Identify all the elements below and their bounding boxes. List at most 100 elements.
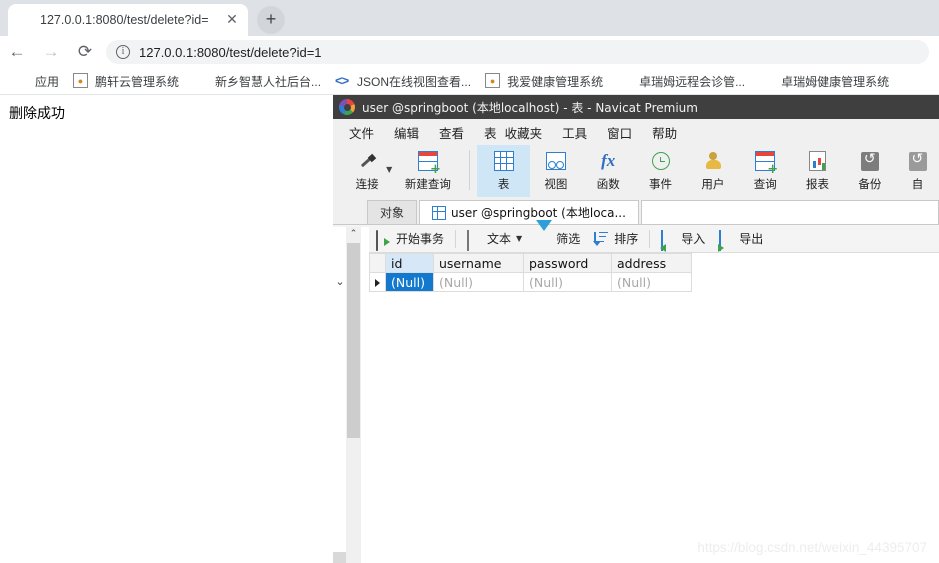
button-label: 筛选 <box>556 232 581 246</box>
menu-table[interactable]: 表 <box>474 123 501 142</box>
cell-password[interactable]: (Null) <box>523 272 612 292</box>
navicat-window: user @springboot (本地localhost) - 表 - Nav… <box>333 95 939 563</box>
reload-icon[interactable]: ⟳ <box>68 37 102 67</box>
scroll-up-icon[interactable]: ⌃ <box>346 227 361 243</box>
browser-tab[interactable]: 127.0.0.1:8080/test/delete?id= ✕ <box>8 4 248 36</box>
bookmark-label: 鹏轩云管理系统 <box>95 74 180 89</box>
navicat-menubar: 文件 编辑 查看 表 收藏夹 工具 窗口 帮助 <box>333 119 939 145</box>
table-grid-icon <box>493 149 514 173</box>
row-header-corner <box>369 253 386 273</box>
menu-help[interactable]: 帮助 <box>642 123 687 142</box>
json-icon: <> <box>335 73 349 88</box>
globe-icon <box>16 12 32 28</box>
toolbar-automation[interactable]: 自 <box>896 145 939 197</box>
menu-tools[interactable]: 工具 <box>552 123 597 142</box>
grid-left-gutter <box>361 227 369 563</box>
text-icon <box>467 229 483 251</box>
forward-icon[interactable]: → <box>34 37 68 67</box>
column-header-username[interactable]: username <box>433 253 524 273</box>
cell-address[interactable]: (Null) <box>611 272 692 292</box>
rail-splitter-handle[interactable] <box>333 552 346 563</box>
sort-button[interactable]: 排序 <box>587 228 645 250</box>
query-icon <box>755 149 778 175</box>
export-button[interactable]: 导出 <box>712 228 770 251</box>
bookmark-json-viewer[interactable]: <> JSON在线视图查看... <box>328 69 478 93</box>
navicat-vertical-scrollbar[interactable]: ⌃ <box>346 227 361 563</box>
toolbar-separator <box>649 229 651 248</box>
favicon-box-icon: ● <box>73 73 89 89</box>
user-icon <box>704 149 722 173</box>
cell-id[interactable]: (Null) <box>385 272 434 292</box>
bookmark-health-system[interactable]: ● 我爱健康管理系统 <box>478 69 610 93</box>
address-bar[interactable]: i 127.0.0.1:8080/test/delete?id=1 <box>106 40 929 64</box>
toolbar-label: 备份 <box>858 177 882 191</box>
browser-navbar: ← → ⟳ i 127.0.0.1:8080/test/delete?id=1 <box>0 36 939 68</box>
toolbar-label: 查询 <box>753 177 777 191</box>
row-pointer-icon <box>375 278 380 287</box>
row-selector[interactable] <box>369 272 386 292</box>
toolbar-label: 自 <box>911 177 924 191</box>
site-info-icon[interactable]: i <box>116 45 130 59</box>
tabbar-filler <box>640 200 939 224</box>
filter-button[interactable]: 筛选 <box>529 219 587 250</box>
back-icon[interactable]: ← <box>0 37 34 67</box>
toolbar-user[interactable]: 用户 <box>687 145 739 197</box>
chevron-down-icon[interactable]: ⌄ <box>334 275 346 288</box>
navicat-logo-icon <box>339 99 355 115</box>
navicat-left-rail: ⌄ <box>333 227 346 563</box>
begin-transaction-button[interactable]: 开始事务 <box>369 228 451 251</box>
menu-edit[interactable]: 编辑 <box>384 123 429 142</box>
tab-objects[interactable]: 对象 <box>367 200 418 224</box>
toolbar-connect[interactable]: 连接 ▼ <box>341 145 393 197</box>
toolbar-function[interactable]: fx 函数 <box>582 145 634 197</box>
bookmark-apps[interactable]: 应用 <box>6 69 66 93</box>
menu-view[interactable]: 查看 <box>429 123 474 142</box>
browser-tabstrip: 127.0.0.1:8080/test/delete?id= ✕ + <box>0 0 939 36</box>
cell-username[interactable]: (Null) <box>433 272 524 292</box>
navicat-grid-toolbar: 开始事务 文本 ▼ 筛选 排序 导入 导出 <box>333 219 939 253</box>
address-bar-text: 127.0.0.1:8080/test/delete?id=1 <box>139 44 322 60</box>
toolbar-backup[interactable]: 备份 <box>844 145 896 197</box>
view-icon <box>545 149 566 173</box>
bookmark-label: 新乡智慧人社后台... <box>215 74 322 89</box>
column-header-password[interactable]: password <box>523 253 612 273</box>
scrollbar-thumb[interactable] <box>347 243 360 438</box>
tab-user-table[interactable]: user @springboot (本地loca... <box>419 200 639 224</box>
toolbar-event[interactable]: 事件 <box>634 145 686 197</box>
globe-icon <box>759 73 775 89</box>
result-table: id username password address (Null) (Nul… <box>369 253 692 292</box>
favicon-box-icon: ● <box>485 73 501 89</box>
menu-window[interactable]: 窗口 <box>597 123 642 142</box>
menu-file[interactable]: 文件 <box>339 123 384 142</box>
menu-favorites[interactable]: 收藏夹 <box>501 123 553 142</box>
toolbar-new-query[interactable]: 新建查询 <box>393 145 462 197</box>
toolbar-query[interactable]: 查询 <box>739 145 791 197</box>
toolbar-label: 报表 <box>806 177 830 191</box>
column-header-id[interactable]: id <box>385 253 434 273</box>
navicat-tabbar: 对象 user @springboot (本地loca... <box>333 199 939 225</box>
table-row[interactable]: (Null) (Null) (Null) (Null) <box>369 272 692 292</box>
bookmark-zhuoruimu-health[interactable]: 卓瑞姆健康管理系统 <box>752 69 896 93</box>
chevron-down-icon[interactable]: ▼ <box>386 165 392 174</box>
import-button[interactable]: 导入 <box>654 228 712 251</box>
column-header-address[interactable]: address <box>611 253 692 273</box>
report-icon <box>809 149 827 173</box>
chevron-down-icon[interactable]: ▼ <box>516 234 522 243</box>
close-icon[interactable]: ✕ <box>224 12 240 28</box>
toolbar-label: 用户 <box>701 177 725 191</box>
toolbar-report[interactable]: 报表 <box>791 145 843 197</box>
tab-label: 对象 <box>380 206 405 220</box>
toolbar-table[interactable]: 表 <box>477 145 530 197</box>
toolbar-label: 事件 <box>649 177 673 191</box>
table-header-row: id username password address <box>369 253 692 273</box>
text-button[interactable]: 文本 ▼ <box>460 228 529 251</box>
bookmark-zhuoruimu-remote[interactable]: 卓瑞姆远程会诊管... <box>610 69 752 93</box>
new-query-icon <box>417 149 441 175</box>
bookmark-pengxuan[interactable]: ● 鹏轩云管理系统 <box>66 69 186 93</box>
clock-icon <box>651 149 670 173</box>
navicat-titlebar[interactable]: user @springboot (本地localhost) - 表 - Nav… <box>333 95 939 119</box>
toolbar-view[interactable]: 视图 <box>530 145 582 197</box>
button-label: 导出 <box>739 232 764 246</box>
new-tab-button[interactable]: + <box>257 6 285 34</box>
bookmark-xinxiang[interactable]: 新乡智慧人社后台... <box>186 69 328 93</box>
